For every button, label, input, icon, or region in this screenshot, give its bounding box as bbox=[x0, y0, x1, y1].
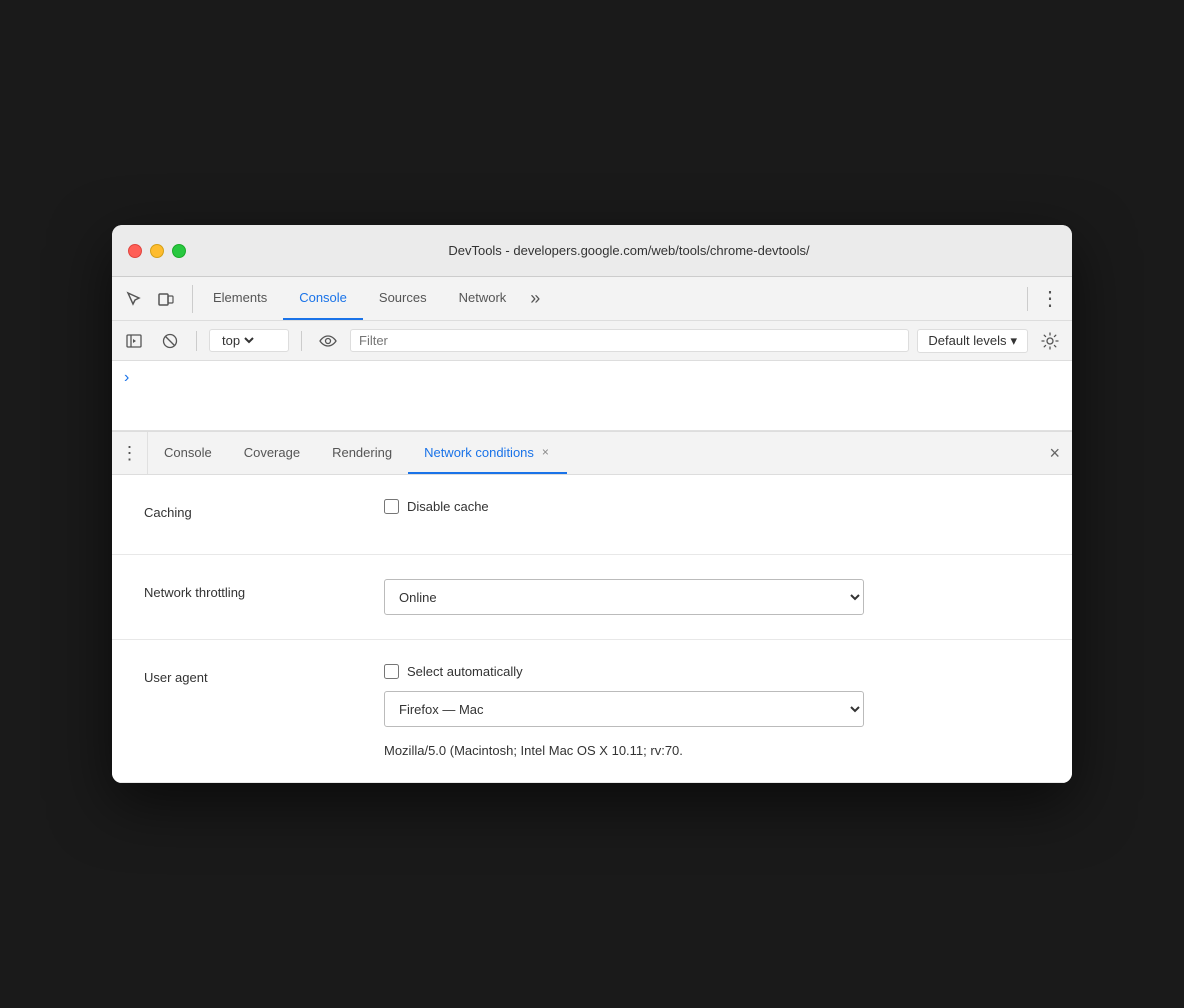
caching-label: Caching bbox=[144, 499, 384, 520]
tab-bottom-console[interactable]: Console bbox=[148, 432, 228, 474]
network-throttling-select[interactable]: Online Fast 3G Slow 3G Offline bbox=[384, 579, 864, 615]
ua-string: Mozilla/5.0 (Macintosh; Intel Mac OS X 1… bbox=[384, 739, 864, 758]
network-conditions-tab-close[interactable]: × bbox=[540, 444, 551, 460]
traffic-lights bbox=[128, 244, 186, 258]
network-conditions-panel: Caching Disable cache Network throttling… bbox=[112, 475, 1072, 783]
bottom-tabs-list: Console Coverage Rendering Network condi… bbox=[148, 432, 1037, 474]
tab-bottom-coverage[interactable]: Coverage bbox=[228, 432, 316, 474]
minimize-button[interactable] bbox=[150, 244, 164, 258]
console-toolbar: top Default levels ▾ bbox=[112, 321, 1072, 361]
toolbar-right: ⋮ bbox=[1019, 285, 1064, 313]
more-tabs-button[interactable]: » bbox=[522, 277, 548, 320]
settings-icon[interactable] bbox=[1036, 327, 1064, 355]
tab-bottom-rendering[interactable]: Rendering bbox=[316, 432, 408, 474]
toolbar-divider bbox=[196, 331, 197, 351]
show-sidebar-icon[interactable] bbox=[120, 327, 148, 355]
tab-network[interactable]: Network bbox=[443, 277, 523, 320]
tab-bottom-network-conditions[interactable]: Network conditions × bbox=[408, 432, 567, 474]
title-bar: DevTools - developers.google.com/web/too… bbox=[112, 225, 1072, 277]
caching-control: Disable cache bbox=[384, 499, 1040, 514]
maximize-button[interactable] bbox=[172, 244, 186, 258]
disable-cache-row: Disable cache bbox=[384, 499, 1040, 514]
select-automatically-checkbox[interactable] bbox=[384, 664, 399, 679]
bottom-panel-menu-icon[interactable]: ⋮ bbox=[112, 432, 148, 474]
console-output-area: › bbox=[112, 361, 1072, 431]
console-caret[interactable]: › bbox=[124, 369, 129, 386]
close-bottom-panel-icon[interactable]: × bbox=[1037, 432, 1072, 474]
user-agent-section: User agent Select automatically Firefox … bbox=[112, 640, 1072, 783]
devtools-toolbar: Elements Console Sources Network » ⋮ bbox=[112, 277, 1072, 321]
caching-section: Caching Disable cache bbox=[112, 475, 1072, 555]
clear-console-icon[interactable] bbox=[156, 327, 184, 355]
tab-elements[interactable]: Elements bbox=[197, 277, 283, 320]
devtools-window: DevTools - developers.google.com/web/too… bbox=[112, 225, 1072, 783]
eye-icon[interactable] bbox=[314, 327, 342, 355]
context-selector[interactable]: top bbox=[209, 329, 289, 352]
network-throttling-label: Network throttling bbox=[144, 579, 384, 600]
default-levels-arrow: ▾ bbox=[1010, 333, 1017, 349]
select-automatically-label[interactable]: Select automatically bbox=[407, 664, 523, 679]
user-agent-control: Select automatically Firefox — Mac Chrom… bbox=[384, 664, 1040, 758]
user-agent-label: User agent bbox=[144, 664, 384, 685]
window-title: DevTools - developers.google.com/web/too… bbox=[202, 243, 1056, 258]
default-levels-button[interactable]: Default levels ▾ bbox=[917, 329, 1028, 353]
device-toolbar-icon[interactable] bbox=[152, 285, 180, 313]
close-button[interactable] bbox=[128, 244, 142, 258]
disable-cache-checkbox[interactable] bbox=[384, 499, 399, 514]
filter-input[interactable] bbox=[350, 329, 909, 352]
tab-sources[interactable]: Sources bbox=[363, 277, 443, 320]
toolbar-icons bbox=[120, 285, 193, 313]
select-element-icon[interactable] bbox=[120, 285, 148, 313]
main-tab-list: Elements Console Sources Network » bbox=[197, 277, 1019, 320]
browser-select[interactable]: Firefox — Mac Chrome — Mac Safari — Mac … bbox=[384, 691, 864, 727]
network-throttling-control: Online Fast 3G Slow 3G Offline bbox=[384, 579, 1040, 615]
disable-cache-label[interactable]: Disable cache bbox=[407, 499, 489, 514]
bottom-tab-bar: ⋮ Console Coverage Rendering Network con… bbox=[112, 431, 1072, 475]
devtools-menu-icon[interactable]: ⋮ bbox=[1036, 285, 1064, 313]
context-select[interactable]: top bbox=[218, 332, 257, 349]
network-throttling-section: Network throttling Online Fast 3G Slow 3… bbox=[112, 555, 1072, 640]
tab-console[interactable]: Console bbox=[283, 277, 363, 320]
toolbar-divider-2 bbox=[301, 331, 302, 351]
select-automatically-row: Select automatically bbox=[384, 664, 1040, 679]
